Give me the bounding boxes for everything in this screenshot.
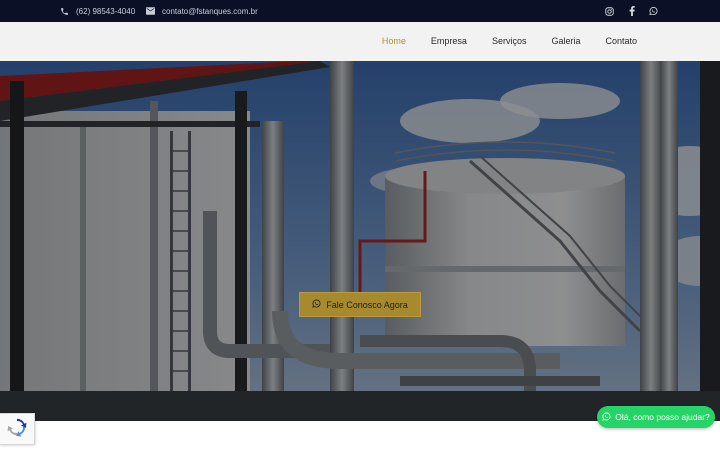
email-address: contato@fstanques.com.br [162,6,258,16]
whatsapp-chat-button[interactable]: Olá, como posso ajudar? [597,406,715,428]
whatsapp-chat-label: Olá, como posso ajudar? [615,412,710,422]
top-contact-bar: (62) 98543-4040 contato@fstanques.com.br [0,0,720,22]
nav-item-empresa[interactable]: Empresa [431,36,467,46]
whatsapp-icon [602,412,611,423]
phone-number: (62) 98543-4040 [76,6,136,16]
hero-banner: Fale Conosco Agora [0,61,720,421]
nav-item-servicos[interactable]: Serviços [492,36,527,46]
nav-menu: Home Empresa Serviços Galeria Contato [357,22,637,60]
main-navigation: Home Empresa Serviços Galeria Contato [0,22,720,62]
hero-dark-overlay [0,61,720,421]
facebook-icon[interactable] [627,6,636,16]
phone-contact[interactable]: (62) 98543-4040 [60,0,135,22]
whatsapp-icon[interactable] [649,7,658,16]
whatsapp-icon [312,299,321,310]
envelope-icon [146,7,155,15]
social-links [605,0,658,22]
phone-icon [60,7,69,16]
instagram-icon[interactable] [605,6,614,16]
recaptcha-icon [6,416,28,443]
nav-item-galeria[interactable]: Galeria [551,36,580,46]
nav-item-home[interactable]: Home [382,36,406,46]
contact-now-label: Fale Conosco Agora [326,299,408,310]
email-contact[interactable]: contato@fstanques.com.br [146,0,258,22]
recaptcha-badge[interactable] [0,413,35,445]
nav-item-contato[interactable]: Contato [605,36,637,46]
contact-now-button[interactable]: Fale Conosco Agora [299,292,421,317]
